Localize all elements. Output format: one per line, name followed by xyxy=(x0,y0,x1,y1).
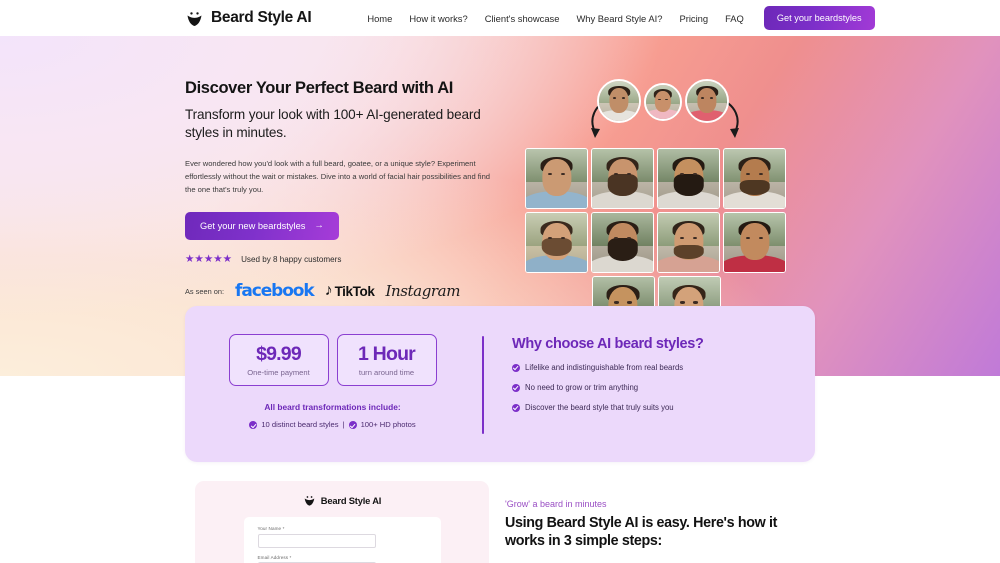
beard-shield-icon xyxy=(303,494,316,507)
beard-shield-icon xyxy=(185,9,204,28)
why-item-label: Lifelike and indistinguishable from real… xyxy=(525,363,684,372)
rating-text: Used by 8 happy customers xyxy=(241,254,342,264)
tiktok-label: TikTok xyxy=(334,283,375,299)
star-rating-icon: ★★★★★ xyxy=(185,252,233,265)
your-name-label: Your Name * xyxy=(257,526,285,531)
why-item: Discover the beard style that truly suit… xyxy=(512,403,703,412)
nav-link-home[interactable]: Home xyxy=(367,13,392,24)
form-brand-name: Beard Style AI xyxy=(320,495,382,506)
hero-get-new-beardstyles-button[interactable]: Get your new beardstyles → xyxy=(185,211,339,240)
nav-link-why-beard-style-ai[interactable]: Why Beard Style AI? xyxy=(576,13,662,24)
nav-links: Home How it works? Client's showcase Why… xyxy=(367,13,744,24)
style-photo xyxy=(657,212,720,273)
form-brand: Beard Style AI xyxy=(195,481,489,507)
instagram-logo: Instagram xyxy=(385,282,461,301)
how-it-works-copy: 'Grow' a beard in minutes Using Beard St… xyxy=(505,499,805,551)
top-navigation-bar: Beard Style AI Home How it works? Client… xyxy=(0,0,1000,36)
why-choose-column: Why choose AI beard styles? Lifelike and… xyxy=(484,306,704,412)
pricing-column: $9.99 One-time payment 1 Hour turn aroun… xyxy=(185,306,480,429)
style-photo xyxy=(591,212,654,273)
check-circle-icon xyxy=(512,363,520,372)
turnaround-box: 1 Hour turn around time xyxy=(336,334,437,387)
as-seen-on-row: As seen on: facebook ♪ TikTok Instagram xyxy=(185,281,505,301)
hero-heading: Discover Your Perfect Beard with AI xyxy=(185,79,454,97)
nav-inner: Beard Style AI Home How it works? Client… xyxy=(0,6,1000,30)
style-photo xyxy=(723,212,786,273)
avatar xyxy=(597,79,641,123)
landing-page: Beard Style AI Home How it works? Client… xyxy=(0,0,1000,563)
style-photo xyxy=(657,148,720,209)
check-circle-icon xyxy=(512,403,520,412)
turnaround-caption: turn around time xyxy=(358,368,415,378)
price-boxes: $9.99 One-time payment 1 Hour turn aroun… xyxy=(228,334,437,387)
hero-copy: Discover Your Perfect Beard with AI Tran… xyxy=(185,78,505,301)
why-item: No need to grow or trim anything xyxy=(512,383,703,392)
signup-form-card: Beard Style AI Your Name * Email Address… xyxy=(195,481,489,563)
hero-subheading: Transform your look with 100+ AI-generat… xyxy=(185,106,481,140)
style-photo xyxy=(525,148,588,209)
style-photo xyxy=(525,212,588,273)
source-avatars xyxy=(597,79,729,123)
brand-name: Beard Style AI xyxy=(211,9,312,26)
nav-get-beardstyles-button[interactable]: Get your beardstyles xyxy=(763,6,875,30)
includes-list: 10 distinct beard styles | 100+ HD photo… xyxy=(249,420,416,430)
price-value: $9.99 xyxy=(256,343,302,365)
include-item-1: 10 distinct beard styles xyxy=(261,420,339,430)
style-photo xyxy=(723,148,786,209)
price-caption: One-time payment xyxy=(247,368,310,378)
section-heading: Using Beard Style AI is easy. Here's how… xyxy=(505,515,778,550)
include-item-2: 100+ HD photos xyxy=(360,420,416,430)
arrow-right-icon: → xyxy=(314,220,324,232)
nav-link-how-it-works[interactable]: How it works? xyxy=(409,13,467,24)
why-item-label: No need to grow or trim anything xyxy=(525,383,639,392)
avatar xyxy=(685,79,729,123)
avatar xyxy=(644,83,682,121)
form-fields: Your Name * Email Address * xyxy=(243,517,441,563)
why-choose-title: Why choose AI beard styles? xyxy=(512,336,704,352)
grid-row xyxy=(525,212,787,273)
nav-link-faq[interactable]: FAQ xyxy=(725,13,744,24)
hero-paragraph: Ever wondered how you'd look with a full… xyxy=(185,158,491,194)
tiktok-logo: ♪ TikTok xyxy=(325,283,375,299)
brand-logo[interactable]: Beard Style AI xyxy=(185,9,312,28)
your-name-field[interactable] xyxy=(257,533,376,548)
turnaround-value: 1 Hour xyxy=(358,343,416,365)
as-seen-on-label: As seen on: xyxy=(185,286,225,296)
style-photo xyxy=(591,148,654,209)
facebook-logo: facebook xyxy=(235,281,315,302)
music-note-icon: ♪ xyxy=(324,282,333,300)
why-item-label: Discover the beard style that truly suit… xyxy=(525,403,674,412)
price-box: $9.99 One-time payment xyxy=(228,334,329,387)
how-it-works-section: Beard Style AI Your Name * Email Address… xyxy=(0,462,1000,563)
pricing-promo-card: $9.99 One-time payment 1 Hour turn aroun… xyxy=(185,306,815,462)
rating-row: ★★★★★ Used by 8 happy customers xyxy=(185,254,505,265)
check-circle-icon xyxy=(348,420,357,429)
includes-title: All beard transformations include: xyxy=(264,402,401,413)
nav-link-clients-showcase[interactable]: Client's showcase xyxy=(485,13,560,24)
hero-cta-label: Get your new beardstyles xyxy=(200,220,306,231)
why-item: Lifelike and indistinguishable from real… xyxy=(512,363,703,372)
include-separator: | xyxy=(342,420,345,430)
check-circle-icon xyxy=(249,420,258,429)
hero-photo-collage xyxy=(525,45,795,345)
section-eyebrow: 'Grow' a beard in minutes xyxy=(505,499,607,509)
check-circle-icon xyxy=(512,383,520,392)
email-address-label: Email Address * xyxy=(257,554,292,560)
nav-link-pricing[interactable]: Pricing xyxy=(679,13,708,24)
grid-row xyxy=(525,148,787,209)
